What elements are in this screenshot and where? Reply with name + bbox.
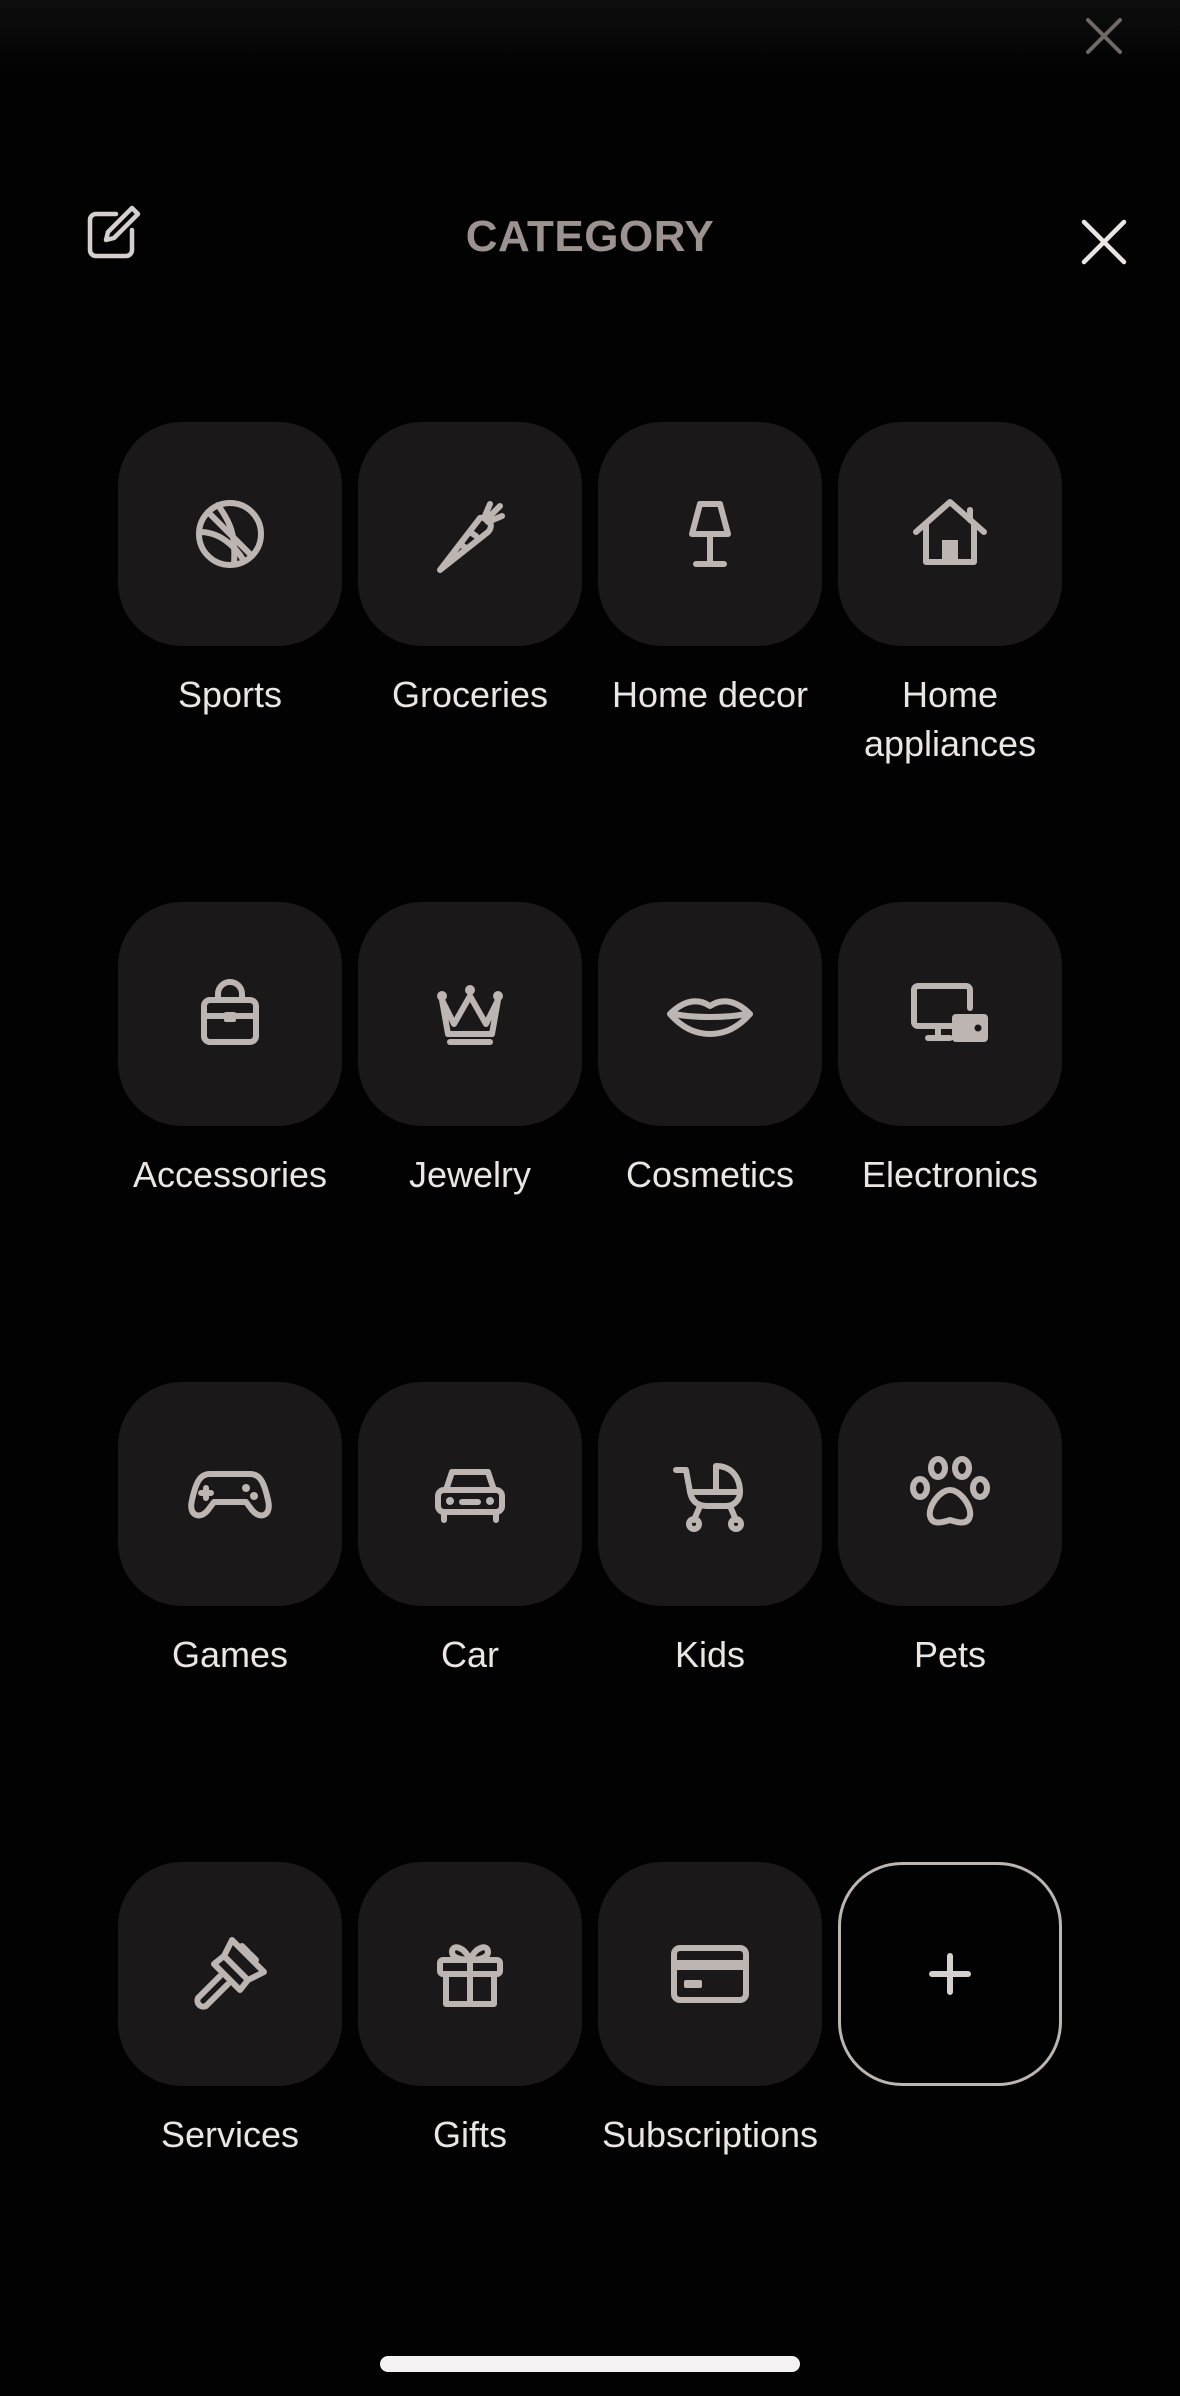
category-tile-button[interactable]: [118, 422, 342, 646]
category-services[interactable]: Services: [118, 1862, 342, 2159]
carrot-icon: [437, 501, 505, 573]
category-accessories[interactable]: Accessories: [118, 902, 342, 1199]
category-tile-button[interactable]: [598, 1862, 822, 2086]
category-tile-button[interactable]: [118, 1862, 342, 2086]
category-label: Pets: [913, 1634, 987, 1675]
category-home-decor[interactable]: Home decor: [598, 422, 822, 719]
category-tile-button[interactable]: [598, 422, 822, 646]
lips-icon: [667, 998, 753, 1037]
devices-icon: [911, 983, 988, 1042]
category-label: Services: [160, 2114, 300, 2155]
category-label: Car: [440, 1634, 499, 1675]
category-label: Home appliances: [863, 674, 1037, 764]
add-category-button[interactable]: [838, 1862, 1062, 2086]
category-label: Home decor: [611, 674, 809, 715]
category-tile-button[interactable]: [838, 902, 1062, 1126]
category-tile-button[interactable]: [118, 1382, 342, 1606]
handbag-icon: [201, 979, 259, 1045]
home-indicator[interactable]: [380, 2356, 800, 2372]
house-icon: [913, 499, 987, 565]
gamepad-icon: [188, 1471, 272, 1519]
basketball-icon: [196, 500, 264, 568]
category-sports[interactable]: Sports: [118, 422, 342, 719]
gift-icon: [437, 1944, 503, 2007]
category-games[interactable]: Games: [118, 1382, 342, 1679]
background-close-icon[interactable]: [1080, 12, 1128, 60]
category-label: Jewelry: [408, 1154, 532, 1195]
category-electronics[interactable]: Electronics: [838, 902, 1062, 1199]
close-icon[interactable]: [1076, 214, 1132, 270]
category-label: Kids: [674, 1634, 746, 1675]
lamp-icon: [689, 501, 731, 567]
category-car[interactable]: Car: [358, 1382, 582, 1679]
category-label: Accessories: [132, 1154, 328, 1195]
paintbrush-icon: [194, 1937, 267, 2010]
category-label: Groceries: [391, 674, 549, 715]
plus-icon: [929, 1953, 971, 1995]
category-label: Gifts: [432, 2114, 507, 2155]
category-tile-button[interactable]: [118, 902, 342, 1126]
category-tile-button[interactable]: [838, 422, 1062, 646]
crown-icon: [437, 985, 503, 1045]
category-kids[interactable]: Kids: [598, 1382, 822, 1679]
category-label: Electronics: [861, 1154, 1039, 1195]
category-tile-button[interactable]: [598, 902, 822, 1126]
category-label: Cosmetics: [625, 1154, 795, 1195]
category-pets[interactable]: Pets: [838, 1382, 1062, 1679]
category-tile-button[interactable]: [358, 902, 582, 1126]
category-tile-button[interactable]: [838, 1382, 1062, 1606]
category-screen: CATEGORY Sports Groceries Home decor Hom…: [0, 0, 1180, 2396]
category-cosmetics[interactable]: Cosmetics: [598, 902, 822, 1199]
category-tile-button[interactable]: [358, 1382, 582, 1606]
page-title: CATEGORY: [465, 212, 715, 261]
category-label: Sports: [177, 674, 283, 715]
category-home-appliances[interactable]: Home appliances: [838, 422, 1062, 768]
category-jewelry[interactable]: Jewelry: [358, 902, 582, 1199]
category-tile-button[interactable]: [358, 422, 582, 646]
credit-card-icon: [671, 1945, 749, 2003]
car-icon: [435, 1469, 505, 1523]
stroller-icon: [673, 1463, 744, 1532]
paw-icon: [910, 1456, 990, 1526]
background-sheet-edge: [0, 0, 1180, 70]
category-gifts[interactable]: Gifts: [358, 1862, 582, 2159]
category-label: Games: [171, 1634, 289, 1675]
category-label: Subscriptions: [601, 2114, 819, 2155]
category-groceries[interactable]: Groceries: [358, 422, 582, 719]
add-category[interactable]: [838, 1862, 1062, 2086]
category-tile-button[interactable]: [598, 1382, 822, 1606]
category-tile-button[interactable]: [358, 1862, 582, 2086]
category-subscriptions[interactable]: Subscriptions: [598, 1862, 822, 2159]
